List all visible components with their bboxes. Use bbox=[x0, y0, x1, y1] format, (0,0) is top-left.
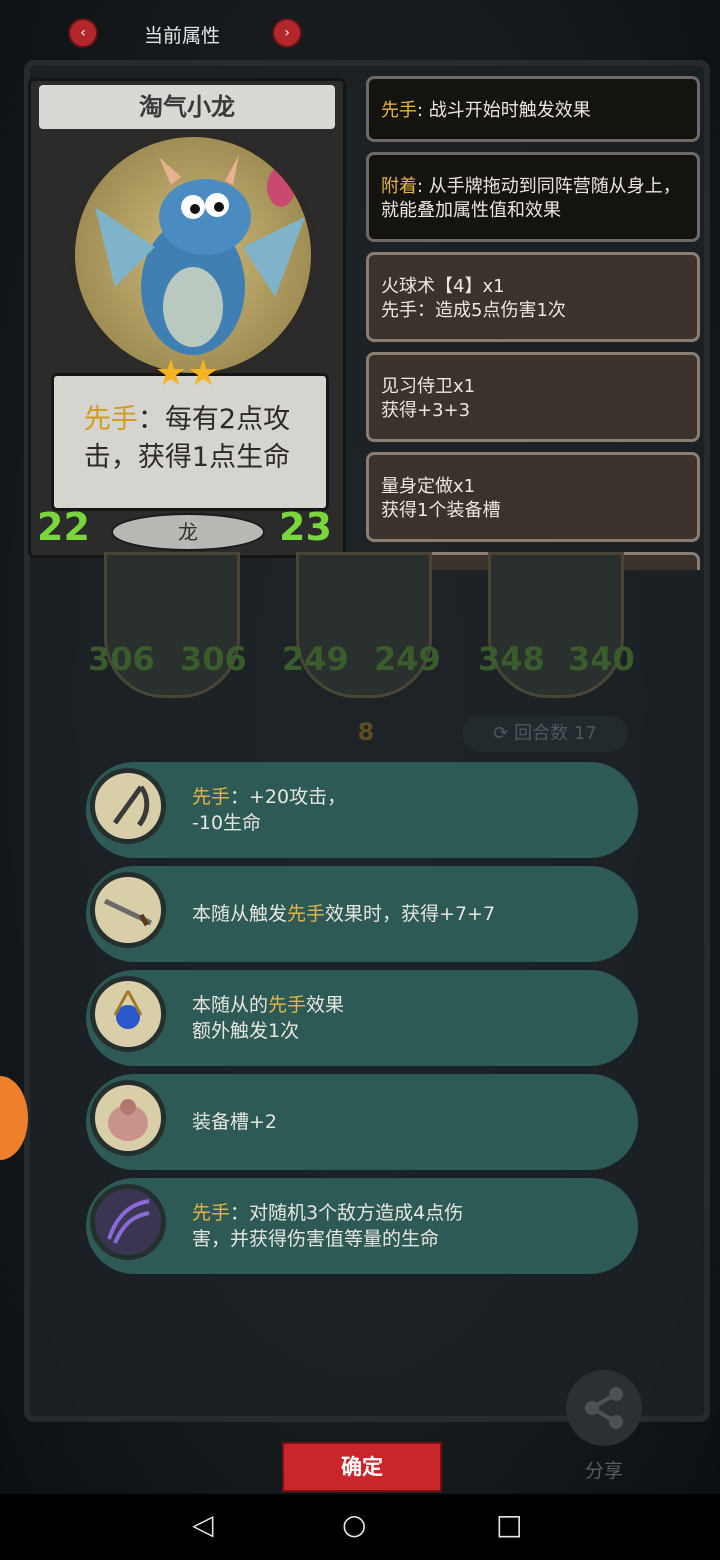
attack-value: 22 bbox=[37, 505, 90, 549]
minion-attack: 249 bbox=[282, 640, 349, 678]
round-label: 回合数 bbox=[514, 723, 569, 744]
minion-health: 340 bbox=[568, 640, 635, 678]
keyword-label: 附着 bbox=[381, 176, 417, 197]
equipment-effect: 先手：对随机3个敌方造成4点伤 害，并获得伤害值等量的生命 bbox=[192, 1202, 464, 1250]
back-nav-icon[interactable]: ◁ bbox=[192, 1508, 214, 1541]
scythe-icon bbox=[90, 768, 166, 844]
keyword-panel: 附着: 从手牌拖动到同阵营随从身上，就能叠加属性值和效果 bbox=[366, 152, 700, 242]
equipment-item[interactable]: 本随从触发先手效果时，获得+7+7 bbox=[86, 866, 638, 962]
equipment-item[interactable]: 先手：+20攻击， -10生命 bbox=[86, 762, 638, 858]
claw-icon bbox=[90, 1184, 166, 1260]
minion-attack: 306 bbox=[88, 640, 155, 678]
equipment-effect: 本随从的先手效果 额外触发1次 bbox=[192, 994, 345, 1042]
sword-icon bbox=[90, 872, 166, 948]
equipment-item[interactable]: 先手：对随机3个敌方造成4点伤 害，并获得伤害值等量的生命 bbox=[86, 1178, 638, 1274]
keyword-desc: : 从手牌拖动到同阵营随从身上，就能叠加属性值和效果 bbox=[381, 176, 681, 221]
minion-card: 淘气小龙 ★★ 先手：每有2点攻击，获得1点生命 22 龙 23 bbox=[28, 78, 346, 558]
card-ability: 先手：每有2点攻击，获得1点生命 bbox=[57, 401, 317, 477]
keyword-label: 先手 bbox=[381, 100, 417, 121]
backpack-icon bbox=[90, 1080, 166, 1156]
tribe-label: 龙 bbox=[111, 513, 265, 551]
ability-keyword: 先手 bbox=[83, 404, 138, 435]
chevron-right-icon[interactable]: › bbox=[272, 18, 302, 48]
equipment-item[interactable]: 本随从的先手效果 额外触发1次 bbox=[86, 970, 638, 1066]
chevron-left-icon[interactable]: ‹ bbox=[68, 18, 98, 48]
keyword-text: 先手: 战斗开始时触发效果 bbox=[381, 79, 685, 123]
dragon-portrait bbox=[69, 131, 317, 379]
share-label: 分享 bbox=[584, 1460, 623, 1482]
keyword-panel: 先手: 战斗开始时触发效果 bbox=[366, 76, 700, 142]
round-counter: ⟳ 回合数 17 bbox=[462, 716, 628, 752]
share-button[interactable] bbox=[566, 1370, 642, 1446]
minion-attack: 348 bbox=[478, 640, 545, 678]
buff-panel: 量身定做x1 获得1个装备槽 bbox=[366, 452, 700, 542]
buff-effect: 获得+3+3 bbox=[381, 400, 471, 421]
system-navbar: ◁ ○ □ bbox=[0, 1494, 720, 1560]
minion-health: 306 bbox=[180, 640, 247, 678]
confirm-button[interactable]: 确定 bbox=[282, 1442, 442, 1492]
equipment-effect: 装备槽+2 bbox=[192, 1111, 278, 1133]
buff-title: 量身定做x1 bbox=[381, 476, 476, 497]
buff-panel: 见习侍卫x1 获得+3+3 bbox=[366, 352, 700, 442]
equipment-item[interactable]: 装备槽+2 bbox=[86, 1074, 638, 1170]
attribute-nav: ‹ 当前属性 › bbox=[0, 18, 720, 54]
keyword-text: 附着: 从手牌拖动到同阵营随从身上，就能叠加属性值和效果 bbox=[381, 155, 685, 223]
orb-icon bbox=[90, 976, 166, 1052]
health-value: 23 bbox=[279, 505, 332, 549]
card-name: 淘气小龙 bbox=[139, 93, 235, 121]
buff-effect: 获得1个装备槽 bbox=[381, 500, 501, 521]
recents-nav-icon[interactable]: □ bbox=[496, 1508, 522, 1541]
home-nav-icon[interactable]: ○ bbox=[342, 1508, 366, 1541]
refresh-icon: ⟳ bbox=[493, 723, 515, 744]
star-rating: ★★ bbox=[154, 353, 220, 394]
round-value: 17 bbox=[573, 723, 597, 744]
tier-badge: 8 bbox=[357, 718, 375, 746]
buff-title: 见习侍卫x1 bbox=[381, 376, 476, 397]
buff-effect: 先手：造成5点伤害1次 bbox=[381, 300, 566, 321]
buff-panel: 火球术【4】x1 先手：造成5点伤害1次 bbox=[366, 252, 700, 342]
keyword-desc: : 战斗开始时触发效果 bbox=[417, 100, 591, 121]
share-icon bbox=[585, 1387, 623, 1429]
minion-health: 249 bbox=[374, 640, 441, 678]
equipment-effect: 本随从触发先手效果时，获得+7+7 bbox=[192, 903, 496, 925]
page-title: 当前属性 bbox=[143, 25, 220, 47]
buff-title: 火球术【4】x1 bbox=[381, 276, 505, 297]
equipment-effect: 先手：+20攻击， -10生命 bbox=[192, 786, 347, 834]
